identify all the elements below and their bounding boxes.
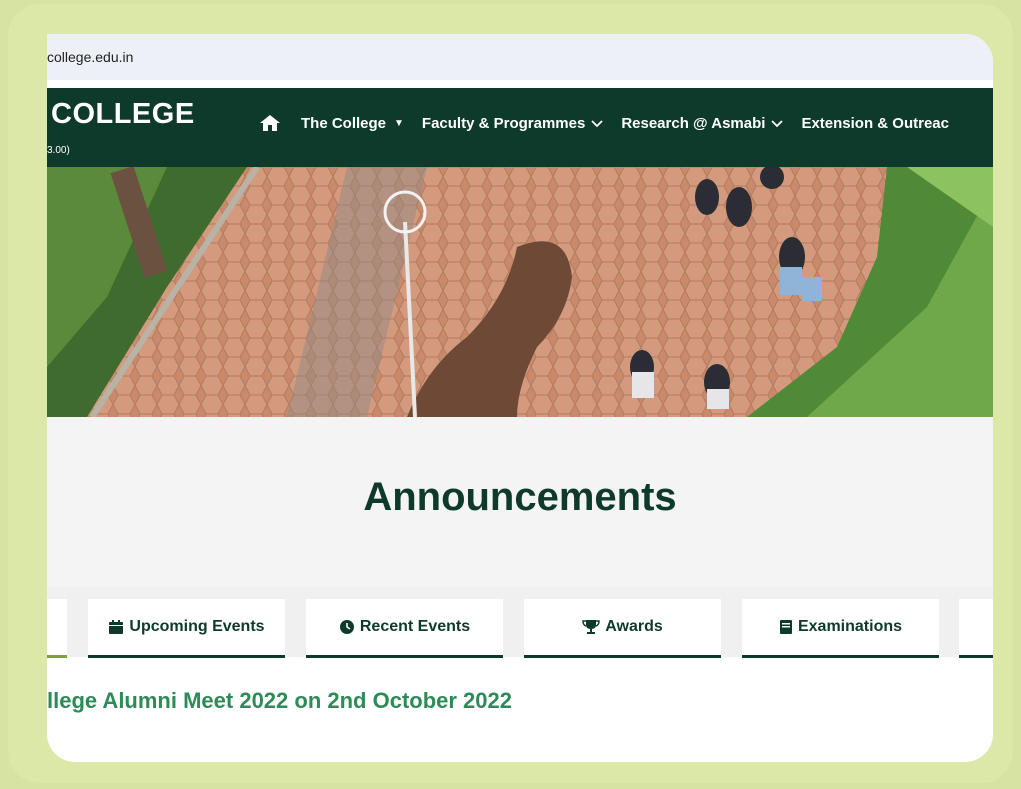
hero-image — [47, 167, 993, 417]
home-icon[interactable] — [259, 114, 281, 132]
announcements-section: Announcements — [47, 417, 993, 587]
trophy-icon — [582, 619, 600, 635]
announcement-tabs: Upcoming Events Recent Events Awards Exa… — [47, 587, 993, 658]
site-logo[interactable]: COLLEGE — [51, 98, 195, 131]
nav-item-research[interactable]: Research @ Asmabi — [621, 114, 784, 132]
chevron-down-icon — [591, 116, 603, 131]
nav-item-label: The College — [301, 114, 387, 132]
nav-item-the-college[interactable]: The College ▼ — [301, 115, 404, 132]
calendar-icon — [108, 619, 124, 635]
nav-item-extension-outreach[interactable]: Extension & Outreac — [801, 115, 949, 132]
nav-item-label: Extension & Outreac — [801, 114, 949, 132]
tab-label: Awards — [605, 618, 663, 635]
url-text[interactable]: college.edu.in — [47, 49, 133, 65]
tab-label: Upcoming Events — [129, 618, 265, 635]
nav-item-label: Research @ Asmabi — [621, 114, 766, 132]
site-header: COLLEGE 3.00) The College ▼ Faculty & Pr… — [47, 88, 993, 167]
caret-down-icon: ▼ — [394, 117, 404, 129]
tab-awards[interactable]: Awards — [524, 599, 721, 658]
chevron-down-icon — [771, 116, 784, 131]
logo-subtitle: 3.00) — [47, 145, 70, 156]
tab-partial-left[interactable] — [47, 599, 67, 658]
tab-examinations[interactable]: Examinations — [742, 599, 939, 658]
clock-icon — [339, 619, 355, 635]
announcements-title: Announcements — [363, 475, 677, 519]
tab-partial-right[interactable] — [959, 599, 993, 658]
nav-item-label: Faculty & Programmes — [421, 114, 586, 132]
browser-viewport: college.edu.in COLLEGE 3.00) The College… — [47, 34, 993, 762]
nav-item-faculty-programmes[interactable]: Faculty & Programmes — [422, 115, 603, 132]
tab-upcoming-events[interactable]: Upcoming Events — [88, 599, 285, 658]
announcement-headline-link[interactable]: llege Alumni Meet 2022 on 2nd October 20… — [47, 688, 512, 714]
address-bar[interactable]: college.edu.in — [47, 34, 993, 80]
tab-label: Examinations — [797, 618, 903, 635]
tab-recent-events[interactable]: Recent Events — [306, 599, 503, 658]
tab-label: Recent Events — [359, 618, 471, 635]
main-nav: The College ▼ Faculty & Programmes Resea… — [259, 114, 967, 132]
book-icon — [779, 619, 793, 635]
